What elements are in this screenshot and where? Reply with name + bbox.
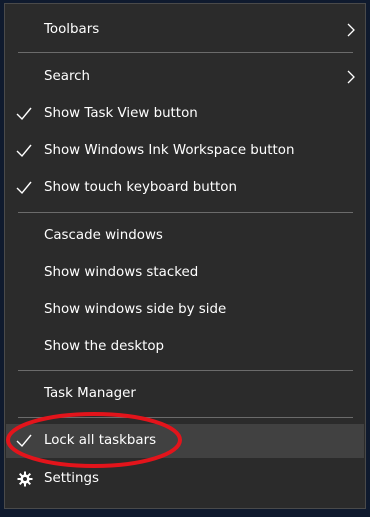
checkmark-icon [16,434,32,448]
menu-separator [18,370,353,371]
menu-item-label: Search [44,69,91,84]
menu-item-label: Show touch keyboard button [44,180,237,195]
chevron-right-icon [347,70,355,84]
menu-item-lock-taskbars[interactable]: Lock all taskbars [6,424,364,458]
checkmark-icon [16,181,32,195]
checkmark-icon [16,107,32,121]
menu-item-label: Show the desktop [44,339,165,354]
menu-item-show-windows-stacked[interactable]: Show windows stacked [6,256,364,290]
menu-item-label: Cascade windows [44,228,163,243]
menu-item-show-touch-keyboard[interactable]: Show touch keyboard button [6,171,364,205]
menu-item-show-windows-side-by-side[interactable]: Show windows side by side [6,293,364,327]
checkmark-icon [16,144,32,158]
menu-item-label: Show windows stacked [44,265,199,280]
menu-item-show-ink-workspace[interactable]: Show Windows Ink Workspace button [6,134,364,168]
menu-item-label: Task Manager [44,386,136,401]
menu-item-task-manager[interactable]: Task Manager [6,377,364,411]
menu-item-label: Show Windows Ink Workspace button [44,143,295,158]
menu-item-show-desktop[interactable]: Show the desktop [6,330,364,364]
menu-item-label: Lock all taskbars [44,433,157,448]
menu-item-cascade-windows[interactable]: Cascade windows [6,219,364,253]
menu-item-show-task-view[interactable]: Show Task View button [6,97,364,131]
menu-separator [18,212,353,213]
menu-item-label: Show windows side by side [44,302,227,317]
chevron-right-icon [347,23,355,37]
menu-item-settings[interactable]: Settings [6,462,364,496]
menu-item-label: Show Task View button [44,106,198,121]
menu-item-search[interactable]: Search [6,60,364,94]
menu-item-label: Toolbars [44,22,100,37]
menu-item-toolbars[interactable]: Toolbars [6,13,364,47]
menu-item-label: Settings [44,471,99,486]
gear-icon [17,471,33,487]
taskbar-context-menu: Toolbars Search Show Task View button Sh… [4,3,366,509]
menu-separator [18,52,353,53]
menu-separator [18,417,353,418]
